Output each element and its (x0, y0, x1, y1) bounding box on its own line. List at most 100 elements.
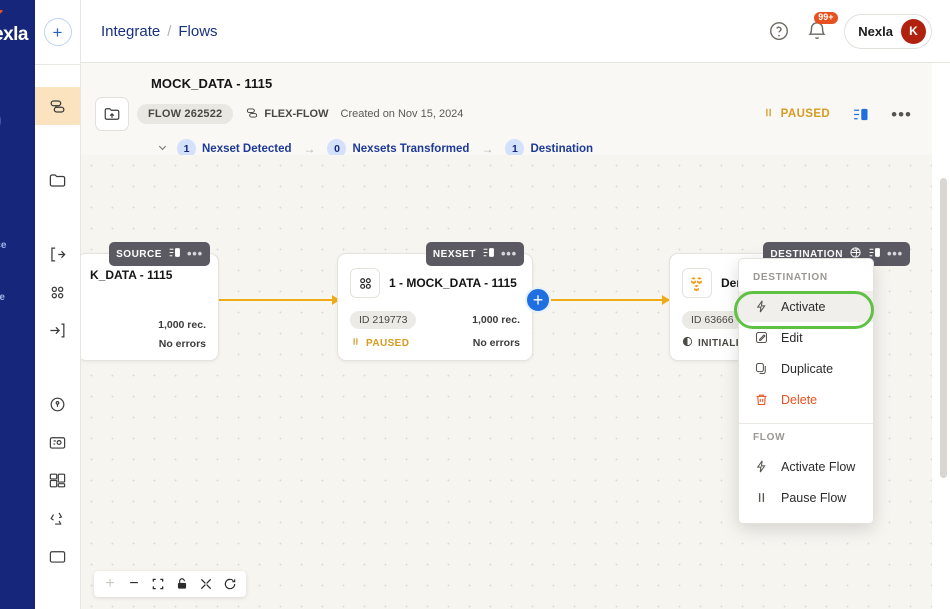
chevron-down-icon[interactable] (157, 142, 168, 156)
vertical-scrollbar[interactable] (940, 178, 947, 478)
rail-items (35, 65, 80, 575)
half-circle-icon (682, 336, 693, 350)
panel-toggle-icon[interactable] (852, 106, 869, 123)
rail-item-data-sets[interactable] (35, 161, 80, 199)
ctx-item-label: Duplicate (781, 361, 834, 376)
add-node-button[interactable]: + (525, 287, 551, 313)
app-root: Nexla Overview Integrate Discover (0, 0, 950, 609)
node-chip-label: SOURCE (116, 248, 162, 260)
lock-icon[interactable] (170, 572, 194, 596)
node-more-menu-button[interactable]: ••• (887, 247, 903, 260)
ctx-item-label: Activate Flow (781, 459, 856, 474)
node-footer: ID 219773 1,000 rec. PAUSED No errors (350, 304, 520, 350)
ctx-item-activate-flow[interactable]: Activate Flow (739, 451, 873, 482)
ctx-section-title-flow: FLOW (753, 432, 786, 443)
nav-item-overview[interactable]: Overview (0, 50, 35, 102)
zoom-out-button[interactable]: − (122, 572, 146, 596)
panel-toggle-icon[interactable] (168, 246, 181, 262)
node-records: 1,000 rec. (158, 319, 206, 331)
canvas-controls: + − (94, 571, 246, 597)
help-button[interactable] (768, 20, 790, 42)
rail-item-nexsets[interactable] (35, 273, 80, 311)
node-body: 1 - MOCK_DATA - 1115 ID 219773 1,000 rec… (338, 254, 532, 360)
node-chip-source[interactable]: SOURCE ••• (109, 242, 210, 266)
import-icon (48, 321, 67, 340)
ctx-item-duplicate[interactable]: Duplicate (739, 353, 873, 384)
status-label: PAUSED (780, 108, 831, 120)
secondary-icon-rail: + (35, 0, 81, 609)
node-title-row: K_DATA - 1115 (90, 268, 206, 282)
breadcrumb-flows[interactable]: Flows (178, 23, 217, 40)
ctx-item-activate[interactable]: Activate (739, 291, 873, 322)
add-new-button[interactable]: + (43, 18, 72, 46)
top-header-actions: 99+ Nexla K (768, 12, 932, 49)
node-nexset[interactable]: NEXSET ••• 1 - MOCK_DATA - 1115 ID 21977… (337, 242, 533, 361)
rail-top: + (35, 0, 80, 64)
flow-header-actions: PAUSED ••• (762, 106, 918, 123)
nexla-logo[interactable]: Nexla (0, 0, 35, 50)
node-body: K_DATA - 1115 1,000 rec. No errors (81, 254, 218, 360)
flow-icon (48, 97, 67, 116)
node-status-badge: PAUSED (350, 336, 409, 350)
nav-item-monitor[interactable]: Monitor (0, 310, 35, 362)
ctx-section-title-destination: DESTINATION (753, 272, 828, 283)
expand-icon[interactable] (194, 572, 218, 596)
rail-item-flows[interactable] (35, 87, 80, 125)
ctx-item-pause-flow[interactable]: Pause Flow (739, 482, 873, 513)
ctx-item-delete[interactable]: Delete (739, 384, 873, 415)
rail-item-transforms[interactable] (35, 499, 80, 537)
lightning-icon (753, 299, 770, 314)
flow-type-label: FLEX-FLOW (264, 108, 329, 120)
edge-nexset-to-destination (533, 295, 670, 305)
screen-icon (48, 433, 67, 452)
refresh-icon[interactable] (218, 572, 242, 596)
dashboard-icon (48, 471, 67, 490)
flow-type: FLEX-FLOW (245, 106, 329, 123)
node-status-label: PAUSED (366, 337, 410, 349)
nav-item-settings[interactable]: Settings (0, 362, 35, 414)
user-name: Nexla (858, 23, 893, 39)
avatar: K (901, 18, 926, 44)
stat-label: Destination (530, 142, 594, 155)
primary-sidebar: Nexla Overview Integrate Discover (0, 0, 35, 609)
rail-item-monitor[interactable] (35, 423, 80, 461)
pause-icon (753, 490, 770, 505)
nav-item-integrate[interactable]: Integrate (0, 102, 35, 154)
node-title: 1 - MOCK_DATA - 1115 (389, 276, 517, 290)
rail-item-credentials[interactable] (35, 385, 80, 423)
panel-toggle-icon[interactable] (482, 246, 495, 262)
breadcrumb-integrate[interactable]: Integrate (101, 23, 160, 40)
rail-item-destinations[interactable] (35, 311, 80, 349)
rail-item-dashboard[interactable] (35, 461, 80, 499)
zoom-in-button[interactable]: + (98, 572, 122, 596)
ctx-item-label: Pause Flow (781, 490, 847, 505)
node-more-menu-button[interactable]: ••• (501, 247, 517, 260)
status-badge: PAUSED (762, 106, 830, 122)
export-icon (48, 245, 67, 264)
key-circle-icon (48, 395, 67, 414)
rail-item-sources[interactable] (35, 235, 80, 273)
folder-upload-icon[interactable] (95, 97, 129, 131)
ctx-item-edit[interactable]: Edit (739, 322, 873, 353)
nav-item-collaborate[interactable]: Collaborate (0, 258, 35, 310)
nav-label-collaborate: Collaborate (0, 292, 5, 303)
ctx-divider (739, 423, 873, 424)
node-id-pill: ID 63666 (682, 311, 743, 329)
rail-item-more[interactable] (35, 537, 80, 575)
stat-arrow: → (303, 141, 316, 156)
nav-item-discover[interactable]: Discover (0, 154, 35, 206)
notifications-button[interactable]: 99+ (806, 12, 838, 42)
user-menu[interactable]: Nexla K (844, 13, 932, 49)
trash-icon (753, 392, 770, 407)
node-records: 1,000 rec. (472, 314, 520, 326)
node-source[interactable]: SOURCE ••• K_DATA - 1115 1,000 rec. No e… (81, 242, 219, 361)
nav-item-marketplace[interactable]: Marketplace (0, 206, 35, 258)
node-chip-nexset[interactable]: NEXSET ••• (425, 242, 524, 266)
node-title: K_DATA - 1115 (90, 268, 173, 282)
nexla-logo-tick-icon (0, 10, 31, 24)
flex-flow-icon (245, 106, 259, 123)
fit-view-icon[interactable] (146, 572, 170, 596)
node-more-menu-button[interactable]: ••• (187, 247, 203, 260)
flow-more-menu-button[interactable]: ••• (891, 106, 912, 123)
top-header-bar: Integrate / Flows 99+ Nexla K (81, 0, 950, 63)
